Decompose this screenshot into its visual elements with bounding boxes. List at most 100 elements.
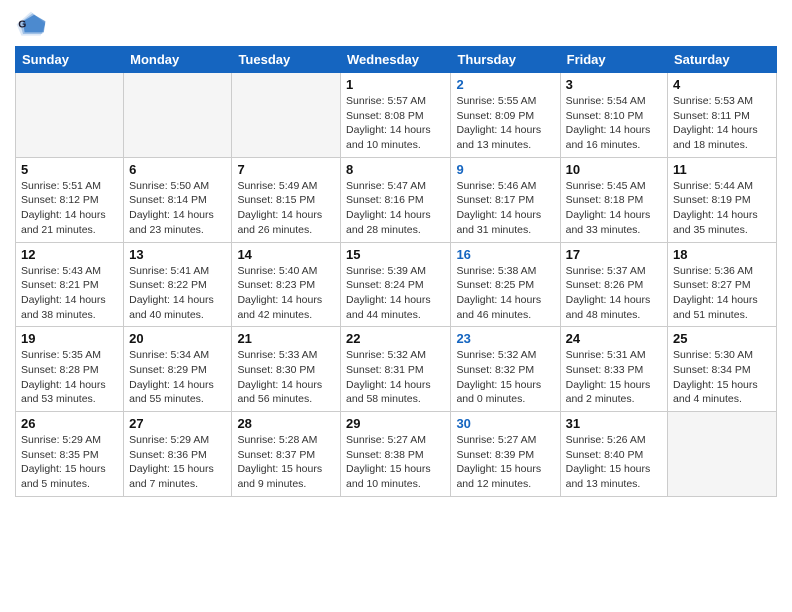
day-number: 11 [673,162,771,177]
day-number: 31 [566,416,662,431]
day-content: Sunrise: 5:40 AM Sunset: 8:23 PM Dayligh… [237,264,335,323]
header-saturday: Saturday [668,47,777,73]
day-content: Sunrise: 5:27 AM Sunset: 8:39 PM Dayligh… [456,433,554,492]
day-content: Sunrise: 5:35 AM Sunset: 8:28 PM Dayligh… [21,348,118,407]
calendar-cell: 11 Sunrise: 5:44 AM Sunset: 8:19 PM Dayli… [668,157,777,242]
day-number: 13 [129,247,226,262]
day-number: 24 [566,331,662,346]
calendar-week-row: 19 Sunrise: 5:35 AM Sunset: 8:28 PM Dayli… [16,327,777,412]
calendar-cell: 4 Sunrise: 5:53 AM Sunset: 8:11 PM Daylig… [668,73,777,158]
calendar-cell: 31 Sunrise: 5:26 AM Sunset: 8:40 PM Dayli… [560,412,667,497]
day-content: Sunrise: 5:45 AM Sunset: 8:18 PM Dayligh… [566,179,662,238]
day-content: Sunrise: 5:34 AM Sunset: 8:29 PM Dayligh… [129,348,226,407]
day-content: Sunrise: 5:53 AM Sunset: 8:11 PM Dayligh… [673,94,771,153]
day-content: Sunrise: 5:55 AM Sunset: 8:09 PM Dayligh… [456,94,554,153]
calendar-cell: 22 Sunrise: 5:32 AM Sunset: 8:31 PM Dayli… [341,327,451,412]
calendar-cell: 1 Sunrise: 5:57 AM Sunset: 8:08 PM Daylig… [341,73,451,158]
day-number: 10 [566,162,662,177]
calendar-cell: 25Sunrise: 5:30 AM Sunset: 8:34 PM Dayli… [668,327,777,412]
day-number: 30 [456,416,554,431]
day-number: 14 [237,247,335,262]
day-content: Sunrise: 5:49 AM Sunset: 8:15 PM Dayligh… [237,179,335,238]
day-content: Sunrise: 5:44 AM Sunset: 8:19 PM Dayligh… [673,179,771,238]
calendar-cell: 5 Sunrise: 5:51 AM Sunset: 8:12 PM Daylig… [16,157,124,242]
day-number: 20 [129,331,226,346]
day-number: 23 [456,331,554,346]
day-number: 29 [346,416,445,431]
calendar-cell [232,73,341,158]
calendar-cell: 3Sunrise: 5:54 AM Sunset: 8:10 PM Daylig… [560,73,667,158]
calendar-cell: 10 Sunrise: 5:45 AM Sunset: 8:18 PM Dayli… [560,157,667,242]
day-content: Sunrise: 5:57 AM Sunset: 8:08 PM Dayligh… [346,94,445,153]
day-number: 5 [21,162,118,177]
day-content: Sunrise: 5:46 AM Sunset: 8:17 PM Dayligh… [456,179,554,238]
header-monday: Monday [124,47,232,73]
logo: G [15,10,51,38]
day-content: Sunrise: 5:38 AM Sunset: 8:25 PM Dayligh… [456,264,554,323]
calendar-header-row: SundayMondayTuesdayWednesdayThursdayFrid… [16,47,777,73]
day-content: Sunrise: 5:26 AM Sunset: 8:40 PM Dayligh… [566,433,662,492]
day-number: 18 [673,247,771,262]
day-number: 17 [566,247,662,262]
calendar-cell: 13 Sunrise: 5:41 AM Sunset: 8:22 PM Dayli… [124,242,232,327]
day-content: Sunrise: 5:47 AM Sunset: 8:16 PM Dayligh… [346,179,445,238]
day-number: 6 [129,162,226,177]
calendar-cell: 21 Sunrise: 5:33 AM Sunset: 8:30 PM Dayli… [232,327,341,412]
calendar-cell [124,73,232,158]
calendar-cell: 2 Sunrise: 5:55 AM Sunset: 8:09 PM Daylig… [451,73,560,158]
day-content: Sunrise: 5:29 AM Sunset: 8:35 PM Dayligh… [21,433,118,492]
day-number: 15 [346,247,445,262]
day-number: 3 [566,77,662,92]
calendar-cell [668,412,777,497]
day-content: Sunrise: 5:33 AM Sunset: 8:30 PM Dayligh… [237,348,335,407]
header-thursday: Thursday [451,47,560,73]
calendar-cell: 26 Sunrise: 5:29 AM Sunset: 8:35 PM Dayli… [16,412,124,497]
calendar-cell: 20 Sunrise: 5:34 AM Sunset: 8:29 PM Dayli… [124,327,232,412]
day-number: 22 [346,331,445,346]
calendar-week-row: 5 Sunrise: 5:51 AM Sunset: 8:12 PM Daylig… [16,157,777,242]
calendar-cell: 19 Sunrise: 5:35 AM Sunset: 8:28 PM Dayli… [16,327,124,412]
calendar-cell: 15 Sunrise: 5:39 AM Sunset: 8:24 PM Dayli… [341,242,451,327]
calendar-week-row: 26 Sunrise: 5:29 AM Sunset: 8:35 PM Dayli… [16,412,777,497]
day-content: Sunrise: 5:37 AM Sunset: 8:26 PM Dayligh… [566,264,662,323]
day-number: 19 [21,331,118,346]
day-content: Sunrise: 5:27 AM Sunset: 8:38 PM Dayligh… [346,433,445,492]
day-number: 28 [237,416,335,431]
day-number: 12 [21,247,118,262]
calendar-cell: 30 Sunrise: 5:27 AM Sunset: 8:39 PM Dayli… [451,412,560,497]
day-content: Sunrise: 5:39 AM Sunset: 8:24 PM Dayligh… [346,264,445,323]
calendar-cell: 18Sunrise: 5:36 AM Sunset: 8:27 PM Dayli… [668,242,777,327]
calendar-cell: 29 Sunrise: 5:27 AM Sunset: 8:38 PM Dayli… [341,412,451,497]
generalblue-logo-icon: G [15,10,47,38]
day-number: 1 [346,77,445,92]
day-content: Sunrise: 5:50 AM Sunset: 8:14 PM Dayligh… [129,179,226,238]
day-number: 7 [237,162,335,177]
calendar-cell: 6 Sunrise: 5:50 AM Sunset: 8:14 PM Daylig… [124,157,232,242]
calendar-cell: 12Sunrise: 5:43 AM Sunset: 8:21 PM Dayli… [16,242,124,327]
day-content: Sunrise: 5:29 AM Sunset: 8:36 PM Dayligh… [129,433,226,492]
day-content: Sunrise: 5:32 AM Sunset: 8:31 PM Dayligh… [346,348,445,407]
svg-text:G: G [18,20,26,31]
day-number: 21 [237,331,335,346]
day-content: Sunrise: 5:32 AM Sunset: 8:32 PM Dayligh… [456,348,554,407]
header-tuesday: Tuesday [232,47,341,73]
day-content: Sunrise: 5:31 AM Sunset: 8:33 PM Dayligh… [566,348,662,407]
day-number: 9 [456,162,554,177]
header-wednesday: Wednesday [341,47,451,73]
calendar-cell [16,73,124,158]
calendar-cell: 8 Sunrise: 5:47 AM Sunset: 8:16 PM Daylig… [341,157,451,242]
day-content: Sunrise: 5:41 AM Sunset: 8:22 PM Dayligh… [129,264,226,323]
day-number: 26 [21,416,118,431]
day-number: 4 [673,77,771,92]
calendar-cell: 14 Sunrise: 5:40 AM Sunset: 8:23 PM Dayli… [232,242,341,327]
calendar-cell: 7 Sunrise: 5:49 AM Sunset: 8:15 PM Daylig… [232,157,341,242]
day-content: Sunrise: 5:28 AM Sunset: 8:37 PM Dayligh… [237,433,335,492]
day-number: 8 [346,162,445,177]
day-content: Sunrise: 5:51 AM Sunset: 8:12 PM Dayligh… [21,179,118,238]
calendar-cell: 23 Sunrise: 5:32 AM Sunset: 8:32 PM Dayli… [451,327,560,412]
day-content: Sunrise: 5:30 AM Sunset: 8:34 PM Dayligh… [673,348,771,407]
calendar-week-row: 12Sunrise: 5:43 AM Sunset: 8:21 PM Dayli… [16,242,777,327]
day-number: 2 [456,77,554,92]
header-sunday: Sunday [16,47,124,73]
header-friday: Friday [560,47,667,73]
